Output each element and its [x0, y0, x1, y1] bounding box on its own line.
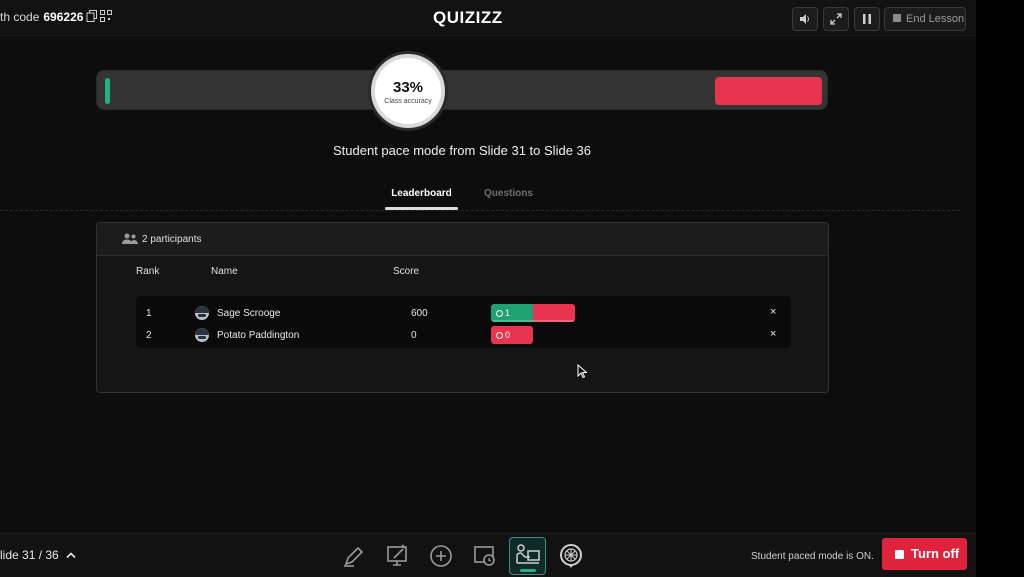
stop-icon — [895, 550, 904, 559]
participants-icon — [122, 233, 138, 244]
avatar — [195, 306, 209, 320]
row-score: 0 — [411, 330, 417, 341]
timer-tool-button[interactable] — [471, 542, 499, 570]
slide-indicator-label: lide 31 / 36 — [0, 548, 59, 562]
leaderboard-panel: 2 participants Rank Name Score 1 Sage Sc… — [96, 222, 829, 393]
avatar — [195, 328, 209, 342]
streak-count: 1 — [505, 308, 511, 318]
table-row[interactable]: 1 Sage Scrooge 600 1 × — [136, 302, 791, 324]
row-rank: 2 — [146, 330, 152, 341]
section-divider — [0, 210, 960, 211]
spinner-wheel-button[interactable] — [557, 542, 585, 570]
accuracy-label: Class accuracy — [384, 98, 432, 105]
app-window: th code 696226 QUIZIZZ End Lesson 33% Cla… — [0, 0, 976, 577]
active-tool-indicator — [520, 569, 536, 572]
turn-off-button[interactable]: Turn off — [882, 538, 967, 570]
qr-code-icon[interactable] — [100, 10, 112, 22]
table-row[interactable]: 2 Potato Paddington 0 0 × — [136, 324, 791, 346]
leaderboard-rows: 1 Sage Scrooge 600 1 × 2 Potato Paddingt… — [136, 296, 791, 348]
row-score: 600 — [411, 308, 428, 319]
student-pace-icon — [516, 544, 540, 564]
volume-icon — [800, 14, 809, 24]
correct-segment — [105, 78, 110, 104]
row-name: Sage Scrooge — [217, 308, 281, 319]
join-code: th code 696226 — [0, 10, 83, 24]
row-rank: 1 — [146, 308, 152, 319]
annotate-icon — [387, 544, 407, 566]
student-pace-tool-button[interactable] — [509, 537, 546, 575]
chevron-up-icon — [66, 552, 76, 559]
leaderboard-header: 2 participants — [97, 223, 828, 256]
pause-button[interactable] — [854, 7, 880, 31]
end-lesson-label: End Lesson — [906, 13, 965, 25]
answer-progress-bar: 0 — [491, 326, 533, 344]
volume-button[interactable] — [792, 7, 818, 31]
pause-icon — [863, 14, 871, 24]
bottom-toolbar: lide 31 / 36 Student paced mode is ON. T… — [0, 533, 976, 577]
participants-count: 2 participants — [142, 234, 202, 245]
turn-off-label: Turn off — [911, 546, 960, 561]
tab-questions[interactable]: Questions — [484, 188, 533, 199]
join-code-label: th code — [0, 10, 40, 24]
streak-count: 0 — [505, 330, 511, 340]
annotate-tool-button[interactable] — [384, 542, 412, 570]
tab-leaderboard[interactable]: Leaderboard — [385, 188, 458, 199]
column-header-name: Name — [211, 266, 238, 277]
column-header-rank: Rank — [136, 266, 160, 277]
end-lesson-button[interactable]: End Lesson — [884, 7, 966, 31]
add-slide-button[interactable] — [427, 542, 455, 570]
copy-icon[interactable] — [86, 10, 98, 22]
pace-mode-description: Student pace mode from Slide 31 to Slide… — [333, 143, 591, 158]
streak-icon — [496, 332, 503, 339]
column-header-score: Score — [393, 266, 420, 277]
pen-tool-button[interactable] — [340, 542, 368, 570]
remove-participant-button[interactable]: × — [770, 328, 776, 340]
add-icon — [430, 545, 452, 567]
quizizz-logo: QUIZIZZ — [433, 8, 503, 27]
pen-icon — [344, 546, 364, 567]
remove-participant-button[interactable]: × — [770, 306, 776, 318]
accuracy-percent: 33% — [392, 79, 424, 96]
streak-icon — [496, 310, 503, 317]
screen-edge — [976, 0, 1024, 577]
mouse-cursor-icon — [577, 364, 587, 378]
student-paced-status: Student paced mode is ON. — [751, 551, 874, 562]
answer-progress-bar: 1 — [491, 304, 575, 322]
top-bar: th code 696226 QUIZIZZ End Lesson — [0, 0, 976, 36]
timer-icon — [474, 546, 495, 566]
class-accuracy-badge: 33% Class accuracy — [371, 54, 445, 128]
class-accuracy-bar — [96, 70, 828, 110]
fullscreen-icon — [830, 13, 842, 25]
join-code-value: 696226 — [43, 10, 84, 24]
incorrect-segment — [715, 77, 822, 105]
row-name: Potato Paddington — [217, 330, 300, 341]
stop-icon — [893, 14, 901, 22]
slide-indicator[interactable]: lide 31 / 36 — [0, 548, 76, 562]
spinner-wheel-icon — [560, 544, 582, 568]
fullscreen-button[interactable] — [823, 7, 849, 31]
